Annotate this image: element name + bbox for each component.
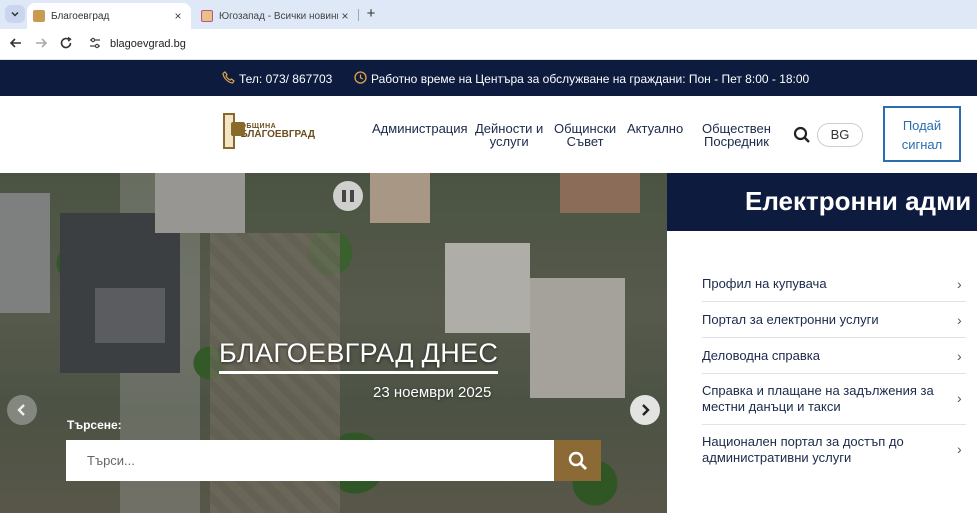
- municipality-logo[interactable]: ОБЩИНА БЛАГОЕВГРАД: [223, 111, 315, 151]
- chevron-left-icon: [17, 404, 25, 416]
- pause-icon: [342, 190, 346, 202]
- info-bar: Тел: 073/ 867703 Работно време на Център…: [0, 60, 977, 96]
- e-administration-panel: Електронни адми Профил на купувача › Пор…: [667, 173, 977, 513]
- e-link-document-inquiry[interactable]: Деловодна справка: [702, 348, 966, 374]
- nav-label: Администрация: [372, 121, 468, 136]
- nav-news[interactable]: Актуално: [627, 122, 683, 135]
- site-favicon-icon: [33, 10, 45, 22]
- submit-signal-button[interactable]: Подай сигнал: [883, 106, 961, 162]
- browser-tab-blagoevgrad[interactable]: Благоевград ×: [27, 3, 191, 29]
- chevron-right-icon: ›: [957, 312, 962, 328]
- chevron-right-icon: ›: [957, 390, 962, 406]
- signal-label-1: Подай: [902, 118, 942, 133]
- hours-text: Работно време на Центъра за обслужване н…: [371, 72, 810, 86]
- e-link-label: Национален портал за достъп до: [702, 434, 904, 449]
- e-link-electronic-services[interactable]: Портал за електронни услуги: [702, 312, 966, 338]
- logo-line-2: БЛАГОЕВГРАД: [240, 128, 315, 140]
- nav-label-2: Посредник: [704, 134, 769, 149]
- e-link-label: Профил на купувача: [702, 276, 827, 291]
- arrow-left-icon: [9, 38, 21, 48]
- nav-activities-services[interactable]: Дейности и услуги: [475, 122, 543, 148]
- search-icon: [568, 451, 587, 470]
- tab-divider: [358, 9, 359, 21]
- chevron-right-icon: ›: [957, 276, 962, 292]
- reload-icon: [60, 36, 72, 49]
- search-icon[interactable]: [793, 126, 811, 144]
- forward-button[interactable]: [33, 36, 49, 52]
- pause-button[interactable]: [333, 181, 363, 211]
- e-link-national-portal[interactable]: Национален портал за достъп до администр…: [702, 434, 966, 476]
- language-selector[interactable]: BG: [817, 123, 863, 147]
- chevron-down-icon: [11, 11, 19, 17]
- nav-label-2: услуги: [489, 134, 529, 149]
- hero-title: БЛАГОЕВГРАД ДНЕС: [219, 338, 499, 374]
- browser-tab-yugozapad[interactable]: Югозапад - Всички новини от ×: [193, 3, 358, 29]
- nav-label-2: Съвет: [566, 134, 604, 149]
- nav-administration[interactable]: Администрация: [372, 122, 468, 135]
- e-link-label-2: местни данъци и такси: [702, 399, 841, 414]
- address-bar[interactable]: blagoevgrad.bg: [110, 37, 186, 51]
- nav-public-mediator[interactable]: Обществен Посредник: [702, 122, 771, 148]
- browser-toolbar: blagoevgrad.bg: [0, 29, 977, 60]
- new-tab-button[interactable]: +: [362, 5, 380, 23]
- e-link-local-taxes[interactable]: Справка и плащане на задължения за местн…: [702, 383, 966, 425]
- e-link-label: Деловодна справка: [702, 348, 820, 363]
- hero-date: 23 ноември 2025: [373, 384, 492, 401]
- phone-text: Тел: 073/ 867703: [239, 72, 333, 86]
- search-input[interactable]: [66, 440, 554, 481]
- site-info-button[interactable]: [88, 37, 102, 51]
- chevron-right-icon: [642, 404, 650, 416]
- chevron-right-icon: ›: [957, 441, 962, 457]
- signal-label-2: сигнал: [901, 137, 943, 152]
- nav-label: Актуално: [627, 121, 684, 136]
- slider-prev-button[interactable]: [7, 395, 37, 425]
- hero-video: БЛАГОЕВГРАД ДНЕС 23 ноември 2025 Търсене…: [0, 173, 667, 513]
- phone-info[interactable]: Тел: 073/ 867703: [222, 71, 332, 87]
- e-link-label: Портал за електронни услуги: [702, 312, 879, 327]
- tab-title: Благоевград: [51, 10, 110, 22]
- tab-title: Югозапад - Всички новини от: [219, 10, 338, 22]
- search-label: Търсене:: [67, 418, 122, 432]
- arrow-right-icon: [36, 38, 48, 48]
- e-link-label-2: административни услуги: [702, 450, 852, 465]
- logo-text: ОБЩИНА БЛАГОЕВГРАД: [240, 123, 315, 140]
- phone-icon: [222, 71, 235, 87]
- nav-municipal-council[interactable]: Общински Съвет: [554, 122, 616, 148]
- hours-info: Работно време на Центъра за обслужване н…: [354, 71, 809, 87]
- e-link-label: Справка и плащане на задължения за: [702, 383, 934, 398]
- tab-close-icon[interactable]: ×: [338, 9, 352, 23]
- clock-icon: [354, 71, 367, 87]
- e-administration-title: Електронни адми: [745, 186, 972, 216]
- search-submit-button[interactable]: [554, 440, 601, 481]
- site-favicon-icon: [201, 10, 213, 22]
- chevron-right-icon: ›: [957, 348, 962, 364]
- browser-tab-strip: Благоевград × Югозапад - Всички новини о…: [0, 0, 977, 29]
- tune-icon: [90, 37, 100, 49]
- tab-search-button[interactable]: [5, 5, 25, 23]
- back-button[interactable]: [8, 36, 24, 52]
- e-administration-header: Електронни адми: [667, 173, 977, 231]
- tab-close-icon[interactable]: ×: [171, 9, 185, 23]
- site-header: ОБЩИНА БЛАГОЕВГРАД Администрация Дейност…: [0, 96, 977, 173]
- reload-button[interactable]: [58, 36, 74, 52]
- e-link-buyer-profile[interactable]: Профил на купувача: [702, 276, 966, 302]
- slider-next-button[interactable]: [630, 395, 660, 425]
- coat-of-arms-icon: [223, 113, 246, 149]
